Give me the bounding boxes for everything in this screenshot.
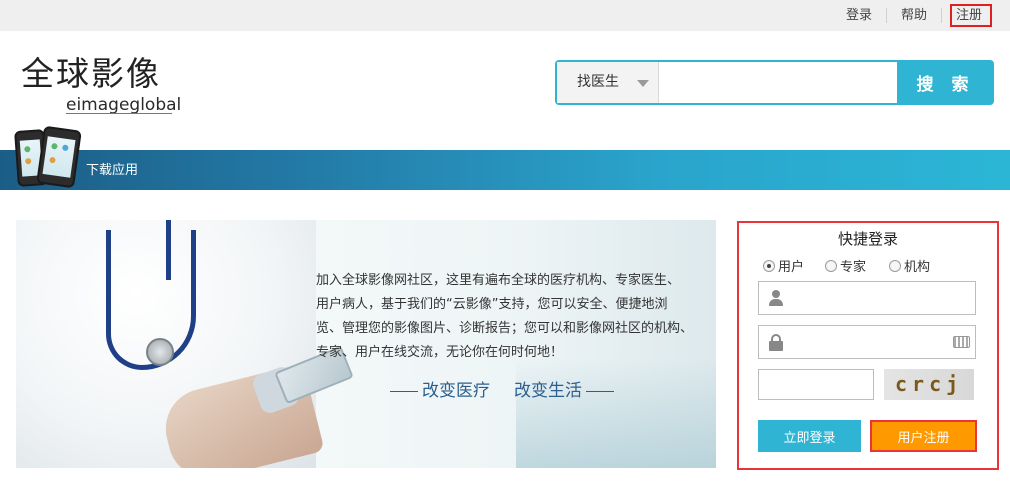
captcha-image[interactable]: crcj [884, 369, 974, 400]
phone-icon[interactable] [36, 125, 82, 189]
search-input[interactable] [660, 62, 896, 103]
lock-icon [769, 334, 783, 351]
top-help-link[interactable]: 帮助 [901, 7, 927, 24]
password-input[interactable] [791, 326, 941, 358]
search-button[interactable]: 搜 索 [897, 60, 994, 105]
quick-login-panel: 快捷登录 用户 专家 机构 crcj 立即登录 用户注册 [737, 221, 999, 470]
logo-chinese: 全球影像 [21, 54, 161, 93]
download-banner [0, 150, 1010, 190]
radio-unchecked-icon [825, 260, 837, 272]
logo-underline [66, 113, 172, 114]
username-field [758, 281, 976, 315]
hero-slogan: 改变医疗 改变生活 [386, 380, 618, 402]
captcha-input[interactable] [758, 369, 874, 400]
top-login-link[interactable]: 登录 [846, 7, 872, 24]
username-input[interactable] [791, 282, 941, 314]
caret-down-icon [637, 80, 649, 87]
download-app-link[interactable]: 下载应用 [86, 162, 138, 179]
hero-description: 加入全球影像网社区，这里有遍布全球的医疗机构、专家医生、 用户病人，基于我们的“… [316, 273, 694, 360]
radio-unchecked-icon [889, 260, 901, 272]
radio-checked-icon [763, 260, 775, 272]
register-button[interactable]: 用户注册 [870, 420, 977, 452]
login-title: 快捷登录 [837, 230, 898, 248]
role-radio-user[interactable]: 用户 [763, 259, 804, 277]
role-radio-institution[interactable]: 机构 [889, 259, 930, 277]
hero-banner: 加入全球影像网社区，这里有遍布全球的医疗机构、专家医生、 用户病人，基于我们的“… [16, 220, 716, 468]
role-radio-expert[interactable]: 专家 [825, 259, 866, 277]
divider [941, 8, 942, 23]
search-bar: 找医生 搜 索 [555, 60, 994, 105]
search-category-select[interactable]: 找医生 [557, 62, 659, 103]
search-category-label: 找医生 [577, 74, 619, 90]
login-button[interactable]: 立即登录 [758, 420, 861, 452]
top-register-link[interactable]: 注册 [956, 7, 982, 24]
user-icon [769, 290, 783, 306]
divider [886, 8, 887, 23]
password-field [758, 325, 976, 359]
logo-english: eimageglobal [66, 95, 182, 115]
keyboard-icon[interactable] [953, 336, 970, 348]
